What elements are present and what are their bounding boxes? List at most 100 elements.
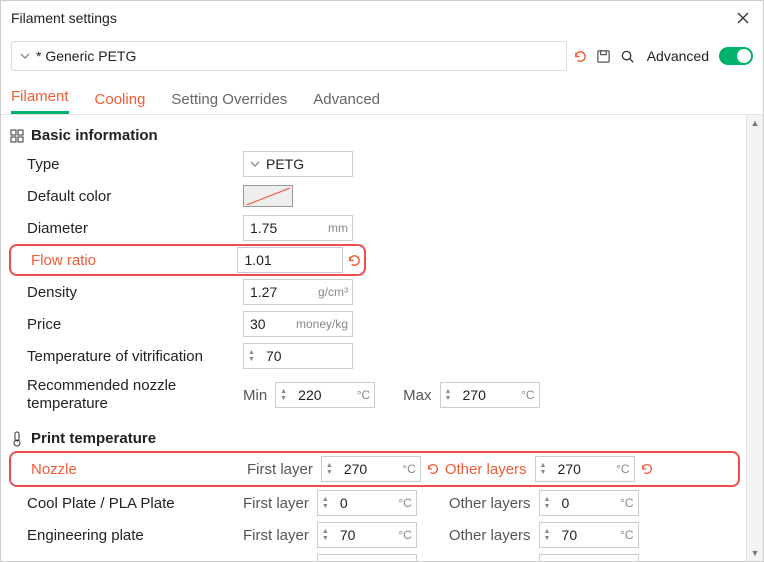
first-layer-label: First layer	[243, 495, 309, 512]
scroll-down-icon[interactable]: ▼	[747, 545, 763, 561]
cool-other-input[interactable]: ▲▼ 0 °C	[539, 490, 639, 516]
chevron-down-icon	[20, 52, 30, 60]
spinner-icon[interactable]: ▲▼	[322, 523, 336, 547]
density-unit: g/cm³	[318, 285, 352, 299]
row-high-temp-plate: High Temp Plate First layer ▲▼ 70 °C Oth…	[9, 551, 746, 561]
row-type: Type PETG	[9, 148, 746, 180]
spinner-icon[interactable]: ▲▼	[326, 457, 340, 481]
preset-name: * Generic PETG	[36, 48, 136, 64]
price-unit: money/kg	[296, 317, 352, 331]
spinner-icon[interactable]: ▲▼	[445, 383, 459, 407]
other-layers-label: Other layers	[449, 559, 531, 562]
grid-icon	[9, 128, 25, 144]
price-input[interactable]: 30 money/kg	[243, 311, 353, 337]
row-cool-plate: Cool Plate / PLA Plate First layer ▲▼ 0 …	[9, 487, 746, 519]
main-area: Basic information Type PETG Default colo…	[1, 115, 763, 561]
diameter-unit: mm	[328, 221, 352, 235]
vertical-scrollbar[interactable]: ▲ ▼	[746, 115, 763, 561]
label-price: Price	[9, 316, 243, 333]
spinner-icon[interactable]: ▲▼	[544, 523, 558, 547]
window-title: Filament settings	[11, 10, 733, 26]
other-layers-label: Other layers	[445, 461, 527, 478]
label-flow-ratio: Flow ratio	[13, 252, 237, 269]
unit-c: °C	[521, 388, 538, 402]
section-print-temperature: Print temperature	[9, 426, 746, 451]
label-recommended-nozzle: Recommended nozzle temperature	[9, 377, 243, 413]
row-flow-ratio: Flow ratio 1.01	[9, 244, 366, 276]
price-value: 30	[244, 316, 296, 332]
tabs: Filament Cooling Setting Overrides Advan…	[1, 81, 763, 115]
tab-setting-overrides[interactable]: Setting Overrides	[171, 91, 287, 114]
min-label: Min	[243, 387, 267, 404]
unit-c: °C	[616, 462, 633, 476]
row-nozzle-temp: Nozzle First layer ▲▼ 270 °C Other layer…	[9, 451, 740, 487]
row-vitrification: Temperature of vitrification ▲▼ 70	[9, 340, 746, 372]
spinner-icon[interactable]: ▲▼	[544, 555, 558, 561]
preset-select[interactable]: * Generic PETG	[11, 41, 567, 71]
other-layers-label: Other layers	[449, 495, 531, 512]
first-layer-label: First layer	[243, 527, 309, 544]
nozzle-first-value: 270	[344, 461, 403, 477]
label-type: Type	[9, 156, 243, 173]
cool-first-input[interactable]: ▲▼ 0 °C	[317, 490, 417, 516]
row-recommended-nozzle-temp: Recommended nozzle temperature Min ▲▼ 22…	[9, 372, 746, 418]
label-density: Density	[9, 284, 243, 301]
high-first-input[interactable]: ▲▼ 70 °C	[317, 554, 417, 561]
scroll-area[interactable]: Basic information Type PETG Default colo…	[1, 115, 746, 561]
nozzle-other-value: 270	[558, 461, 617, 477]
diameter-input[interactable]: 1.75 mm	[243, 215, 353, 241]
first-layer-label: First layer	[243, 559, 309, 562]
spinner-icon[interactable]: ▲▼	[280, 383, 294, 407]
search-icon[interactable]	[619, 47, 637, 65]
unit-c: °C	[402, 462, 419, 476]
tab-advanced[interactable]: Advanced	[313, 91, 380, 114]
density-value: 1.27	[244, 284, 318, 300]
row-diameter: Diameter 1.75 mm	[9, 212, 746, 244]
density-input[interactable]: 1.27 g/cm³	[243, 279, 353, 305]
section-title: Print temperature	[31, 430, 156, 447]
eng-other-input[interactable]: ▲▼ 70 °C	[539, 522, 639, 548]
diameter-value: 1.75	[244, 220, 328, 236]
type-select[interactable]: PETG	[243, 151, 353, 177]
spinner-icon[interactable]: ▲▼	[322, 491, 336, 515]
other-layers-label: Other layers	[449, 527, 531, 544]
undo-icon[interactable]	[573, 48, 589, 64]
min-value: 220	[298, 387, 357, 403]
label-nozzle: Nozzle	[13, 461, 247, 478]
close-icon[interactable]	[733, 8, 753, 28]
min-temp-input[interactable]: ▲▼ 220 °C	[275, 382, 375, 408]
max-label: Max	[403, 387, 431, 404]
spinner-icon[interactable]: ▲▼	[540, 457, 554, 481]
reset-icon[interactable]	[425, 461, 441, 477]
spinner-icon[interactable]: ▲▼	[248, 344, 262, 368]
reset-icon[interactable]	[639, 461, 655, 477]
label-default-color: Default color	[9, 188, 243, 205]
flow-ratio-input[interactable]: 1.01	[237, 247, 342, 273]
first-layer-label: First layer	[247, 461, 313, 478]
max-temp-input[interactable]: ▲▼ 270 °C	[440, 382, 540, 408]
spinner-icon[interactable]: ▲▼	[544, 491, 558, 515]
save-icon[interactable]	[595, 47, 613, 65]
nozzle-first-input[interactable]: ▲▼ 270 °C	[321, 456, 421, 482]
label-high-temp-plate: High Temp Plate	[9, 559, 243, 562]
unit-c: °C	[357, 388, 374, 402]
row-density: Density 1.27 g/cm³	[9, 276, 746, 308]
nozzle-other-input[interactable]: ▲▼ 270 °C	[535, 456, 635, 482]
label-vitrification: Temperature of vitrification	[9, 348, 243, 365]
scroll-up-icon[interactable]: ▲	[747, 115, 763, 131]
advanced-toggle[interactable]	[719, 47, 753, 65]
row-price: Price 30 money/kg	[9, 308, 746, 340]
reset-icon[interactable]	[347, 252, 362, 268]
eng-first-input[interactable]: ▲▼ 70 °C	[317, 522, 417, 548]
spinner-icon[interactable]: ▲▼	[322, 555, 336, 561]
tab-cooling[interactable]: Cooling	[95, 91, 146, 114]
chevron-down-icon	[250, 160, 260, 168]
flow-value: 1.01	[238, 252, 341, 268]
vitrification-input[interactable]: ▲▼ 70	[243, 343, 353, 369]
high-other-input[interactable]: ▲▼ 70 °C	[539, 554, 639, 561]
tab-filament[interactable]: Filament	[11, 88, 69, 114]
section-title: Basic information	[31, 127, 158, 144]
thermometer-icon	[9, 431, 25, 447]
default-color-swatch[interactable]	[243, 185, 293, 207]
advanced-label: Advanced	[647, 48, 709, 64]
